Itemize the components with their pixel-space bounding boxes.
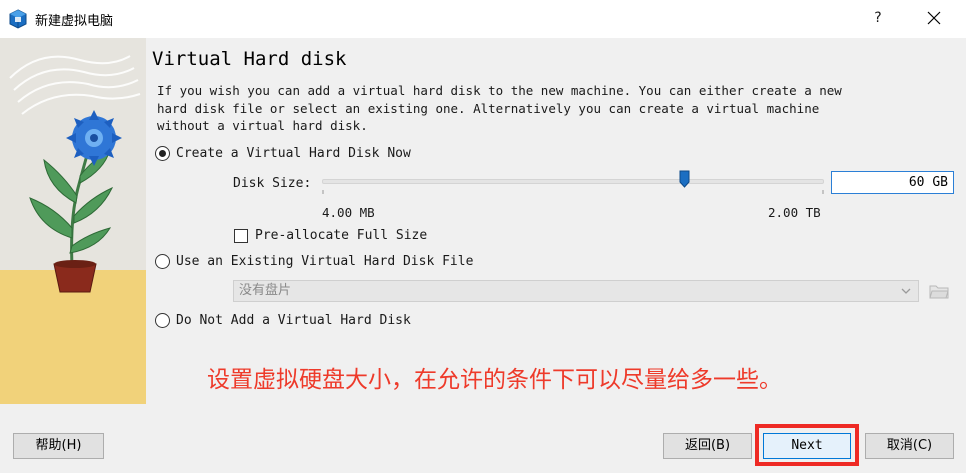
radio-create-new-disk-label: Create a Virtual Hard Disk Now: [176, 146, 411, 161]
cancel-button[interactable]: 取消(C): [865, 433, 954, 459]
wizard-illustration: [0, 38, 146, 404]
disk-size-slider[interactable]: [322, 179, 824, 184]
help-question-button[interactable]: ?: [866, 6, 890, 30]
radio-button[interactable]: [155, 313, 170, 328]
preallocate-label: Pre-allocate Full Size: [255, 228, 428, 243]
preallocate-checkbox[interactable]: [234, 228, 248, 243]
existing-disk-select: 没有盘片: [233, 280, 919, 302]
preallocate-checkbox-row[interactable]: Pre-allocate Full Size: [234, 228, 427, 243]
page-description: If you wish you can add a virtual hard d…: [157, 83, 842, 133]
next-button[interactable]: Next: [763, 433, 851, 459]
radio-create-new-disk[interactable]: Create a Virtual Hard Disk Now: [155, 146, 411, 161]
window-title: 新建虚拟电脑: [35, 14, 114, 29]
choose-disk-file-button: [927, 280, 951, 302]
radio-button[interactable]: [155, 146, 170, 161]
help-button[interactable]: 帮助(H): [13, 433, 104, 459]
disk-size-input[interactable]: 60 GB: [831, 171, 954, 194]
close-icon: [927, 11, 941, 25]
radio-no-disk-label: Do Not Add a Virtual Hard Disk: [176, 313, 411, 328]
page-heading: Virtual Hard disk: [152, 48, 347, 70]
slider-ticks: [322, 190, 824, 194]
virtualbox-icon: [8, 9, 28, 29]
slider-handle[interactable]: [679, 170, 690, 188]
existing-disk-select-value: 没有盘片: [239, 283, 292, 298]
radio-use-existing-disk[interactable]: Use an Existing Virtual Hard Disk File: [155, 254, 473, 269]
disk-size-max-label: 2.00 TB: [768, 205, 821, 220]
radio-no-disk[interactable]: Do Not Add a Virtual Hard Disk: [155, 313, 411, 328]
disk-size-label: Disk Size:: [233, 176, 312, 191]
folder-icon: [929, 285, 949, 299]
back-button[interactable]: 返回(B): [663, 433, 752, 459]
disk-size-min-label: 4.00 MB: [322, 205, 375, 220]
radio-use-existing-disk-label: Use an Existing Virtual Hard Disk File: [176, 254, 474, 269]
close-button[interactable]: [920, 6, 948, 30]
annotation-text: 设置虚拟硬盘大小，在允许的条件下可以尽量给多一些。: [207, 367, 782, 393]
radio-button[interactable]: [155, 254, 170, 269]
title-bar: 新建虚拟电脑 ?: [0, 0, 966, 38]
chevron-down-icon: [901, 288, 911, 294]
